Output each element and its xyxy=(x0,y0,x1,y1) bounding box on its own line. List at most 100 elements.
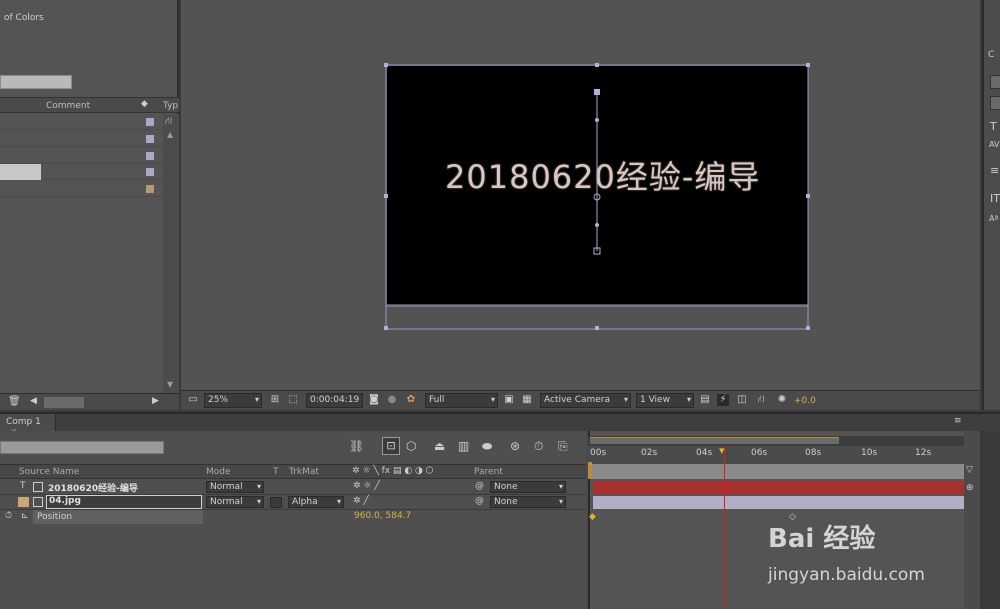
preview-icon[interactable]: ▭ xyxy=(187,394,199,406)
font-field[interactable] xyxy=(990,75,1000,89)
trash-icon[interactable]: 🗑 xyxy=(8,396,21,407)
label-color-swatch[interactable] xyxy=(146,168,154,176)
parent-select[interactable]: None xyxy=(490,496,566,508)
playhead-handle[interactable]: ▾ xyxy=(719,445,729,456)
region-icon[interactable]: ⬚ xyxy=(287,394,299,406)
timeline-icon[interactable]: ◫ xyxy=(736,394,748,406)
switch-icons[interactable]: ✲ ☼ ╱ xyxy=(353,481,380,491)
preserve-transparency-toggle[interactable] xyxy=(270,497,282,508)
property-name[interactable]: Position xyxy=(33,510,203,524)
fit-icon[interactable]: ⊞ xyxy=(269,394,281,406)
panel-menu-icon[interactable]: ≡ xyxy=(954,416,962,426)
work-area-start-handle[interactable] xyxy=(588,462,592,478)
flowchart-icon[interactable]: ⛙ xyxy=(165,116,172,129)
label-color-swatch[interactable] xyxy=(146,118,154,126)
fast-preview-icon[interactable]: ⚡ xyxy=(717,394,729,406)
time-navigator[interactable] xyxy=(588,436,964,446)
mode-select[interactable]: Normal xyxy=(206,481,264,493)
timeline-scrollbar[interactable]: ▽ ⊕ xyxy=(964,431,980,609)
roi-icon[interactable]: ▣ xyxy=(503,394,515,406)
work-area-bar[interactable] xyxy=(588,464,964,479)
layer-duration-bar[interactable] xyxy=(593,496,964,509)
layer-duration-bar[interactable] xyxy=(593,481,964,494)
mode-select[interactable]: Normal xyxy=(206,496,264,508)
scroll-left-icon[interactable]: ◀ xyxy=(30,396,37,406)
parent-header[interactable]: Parent xyxy=(474,467,503,477)
timecode-field[interactable]: 0:00:04:19 xyxy=(306,393,363,408)
comment-column-header[interactable]: Comment xyxy=(46,101,90,111)
list-item[interactable] xyxy=(0,148,162,164)
brainstorm-icon[interactable]: ⬬ xyxy=(482,439,492,454)
layer-switches-icon[interactable]: ✲ ☼ ╲ fx ▤ ◐ ◑ ⬡ xyxy=(352,466,434,476)
parent-select[interactable]: None xyxy=(490,481,566,493)
list-item[interactable] xyxy=(0,131,162,147)
label-tag-icon[interactable]: ◆ xyxy=(141,99,155,111)
property-row[interactable]: ⏱ ⊾ Position 960.0, 584.7 xyxy=(0,510,586,525)
scroll-right-icon[interactable]: ▶ xyxy=(152,396,159,406)
timeline-search-input[interactable] xyxy=(0,441,164,454)
navigator-range[interactable] xyxy=(590,437,839,444)
label-color-swatch[interactable] xyxy=(146,152,154,160)
comp-marker-icon[interactable]: ⎘ xyxy=(558,439,568,454)
trkmat-select[interactable]: Alpha xyxy=(288,496,344,508)
mode-header[interactable]: Mode xyxy=(206,467,231,477)
snapshot-icon[interactable]: ◙ xyxy=(368,394,380,406)
project-scrollbar[interactable]: ⛙ ▲ ▼ xyxy=(163,114,179,393)
list-item[interactable] xyxy=(0,181,162,197)
kerning-icon[interactable]: AV xyxy=(989,140,999,149)
label-color-swatch[interactable] xyxy=(146,185,154,193)
scroll-up-icon[interactable]: ▲ xyxy=(167,130,173,139)
trkmat-header[interactable]: TrkMat xyxy=(289,467,319,477)
horizontal-scroll-thumb[interactable] xyxy=(44,397,84,408)
draft-3d-icon[interactable]: ⊡ xyxy=(382,437,400,455)
layer-name[interactable]: 04.jpg xyxy=(46,495,202,509)
layer-bounding-box[interactable] xyxy=(380,60,814,336)
current-time-indicator[interactable] xyxy=(724,446,725,609)
channel-icon[interactable]: ✿ xyxy=(405,394,417,406)
graph-icon[interactable]: ⊾ xyxy=(21,511,29,521)
pickwhip-icon[interactable]: @ xyxy=(475,496,484,506)
character-panel-tab[interactable]: C xyxy=(988,50,1000,61)
stopwatch-icon[interactable]: ⏱ xyxy=(5,511,12,521)
tab-comp-1[interactable]: Comp 1 × xyxy=(0,414,56,437)
frame-blending-icon[interactable]: ⏏ xyxy=(434,439,445,453)
camera-select[interactable]: Active Camera xyxy=(540,393,631,408)
graph-editor-icon[interactable]: ⊛ xyxy=(510,439,520,453)
vertical-scale-icon[interactable]: IT xyxy=(990,192,1000,205)
layer-label-box[interactable] xyxy=(33,497,43,507)
switch-icons[interactable]: ✲ ╱ xyxy=(353,496,369,506)
layer-label-box[interactable] xyxy=(33,482,43,492)
stroke-icon[interactable]: ≡ xyxy=(990,164,999,177)
exposure-value[interactable]: +0.0 xyxy=(794,396,816,406)
resolution-select[interactable]: Full xyxy=(425,393,498,408)
label-color-swatch[interactable] xyxy=(146,135,154,143)
views-select[interactable]: 1 View xyxy=(636,393,694,408)
layer-row[interactable]: 04.jpg Normal Alpha ✲ ╱ @ None xyxy=(0,495,586,510)
comp-button-icon[interactable]: ▽ xyxy=(966,465,973,475)
project-search-input[interactable] xyxy=(0,75,72,89)
keyframe-icon[interactable]: ◆ xyxy=(589,512,596,522)
pickwhip-icon[interactable]: @ xyxy=(475,481,484,491)
comment-icon[interactable]: ⊕ xyxy=(966,483,974,493)
composition-flowchart-icon[interactable]: ⛓ xyxy=(349,439,364,453)
exposure-icon[interactable]: ✺ xyxy=(776,394,788,406)
list-item[interactable] xyxy=(0,114,162,130)
auto-keyframe-icon[interactable]: ⏱ xyxy=(534,439,543,454)
font-size-icon[interactable]: T xyxy=(990,120,997,133)
type-column-header[interactable]: Typ xyxy=(163,101,178,111)
hide-shy-icon[interactable]: ⬡ xyxy=(406,439,416,453)
style-field[interactable] xyxy=(990,96,1000,110)
baseline-shift-icon[interactable]: Aª xyxy=(989,214,998,223)
layer-row[interactable]: T 20180620经验-编导 Normal ✲ ☼ ╱ @ None xyxy=(0,480,586,495)
flowchart-icon[interactable]: ⛙ xyxy=(755,394,767,406)
source-name-header[interactable]: Source Name xyxy=(19,467,79,477)
position-value[interactable]: 960.0, 584.7 xyxy=(354,511,411,521)
toggle-pixel-icon[interactable]: ▤ xyxy=(699,394,711,406)
t-header[interactable]: T xyxy=(273,467,279,477)
layer-name[interactable]: 20180620经验-编导 xyxy=(48,481,138,494)
zoom-select[interactable]: 25% xyxy=(204,393,262,408)
motion-blur-icon[interactable]: ▥ xyxy=(458,439,469,453)
show-snapshot-icon[interactable]: ● xyxy=(386,394,398,406)
list-item[interactable] xyxy=(0,164,162,180)
scroll-down-icon[interactable]: ▼ xyxy=(167,380,173,389)
